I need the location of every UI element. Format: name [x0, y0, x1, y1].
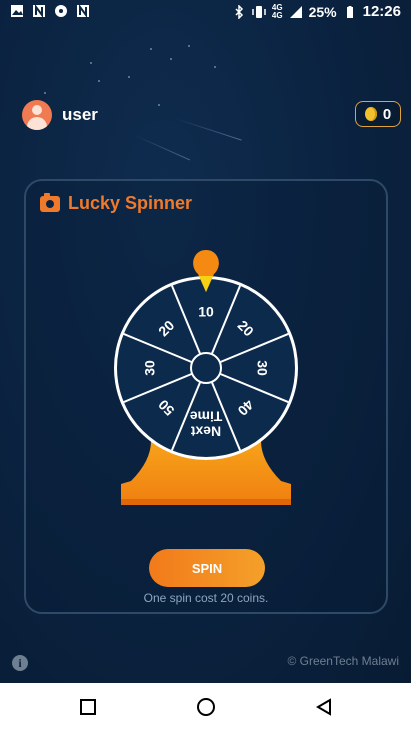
wheel-segment-label: NextTime — [190, 409, 223, 440]
bluetooth-icon — [235, 4, 243, 19]
battery-icon — [346, 5, 353, 18]
wheel-segment-label: 10 — [198, 304, 214, 320]
card-title: Lucky Spinner — [68, 193, 193, 213]
signal-icon — [289, 5, 302, 18]
copyright: © GreenTech Malawi — [287, 654, 399, 668]
wheel-segment-label: 30 — [142, 360, 158, 376]
recent-apps-button[interactable] — [76, 695, 100, 719]
card-header: Lucky Spinner — [40, 192, 193, 214]
wheel-hub — [190, 352, 222, 384]
square-icon — [80, 699, 96, 715]
back-button[interactable] — [312, 695, 336, 719]
vibrate-icon — [252, 5, 266, 18]
triangle-back-icon — [316, 698, 331, 716]
info-icon[interactable]: i — [12, 655, 28, 671]
n-icon — [77, 4, 89, 18]
battery-percent: 25% — [308, 3, 337, 20]
coin-icon — [364, 107, 377, 121]
spinner-wheel[interactable]: 10 20 30 40 NextTime 50 30 20 — [111, 246, 301, 516]
status-bar: 4G 4G 25% 12:26 — [0, 0, 411, 24]
network-label: 4G 4G — [271, 2, 283, 20]
android-nav-bar — [0, 683, 411, 730]
n-icon — [33, 4, 45, 18]
coin-balance[interactable]: 0 — [355, 101, 401, 127]
chat-icon — [55, 5, 67, 17]
spinner-card: Lucky Spinner 10 20 30 40 NextTime 50 30 20 — [24, 179, 388, 614]
coin-count: 0 — [382, 105, 392, 123]
user-profile[interactable]: user — [22, 100, 98, 130]
username: user — [62, 105, 98, 124]
avatar[interactable] — [22, 100, 52, 130]
circle-icon — [197, 698, 215, 716]
spin-button[interactable]: SPIN — [149, 549, 265, 587]
spin-cost-text: One spin cost 20 coins. — [143, 591, 269, 605]
wheel-segment-label: 30 — [254, 360, 270, 376]
clock: 12:26 — [362, 3, 401, 20]
camera-icon — [40, 192, 60, 212]
app-screen: 4G 4G 25% 12:26 user 0 Lucky Spinner 10 … — [0, 0, 411, 683]
home-button[interactable] — [194, 695, 218, 719]
gallery-icon — [11, 5, 23, 17]
